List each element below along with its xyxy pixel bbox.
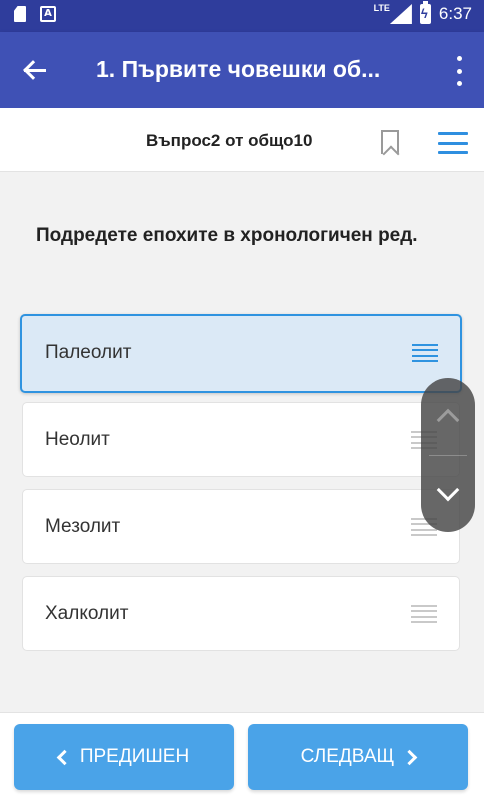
menu-icon[interactable] [438, 132, 468, 154]
app-bar: 1. Първите човешки об... [0, 32, 484, 108]
app-store-icon: A [40, 6, 56, 22]
answer-item-mesolithic[interactable]: Мезолит [22, 489, 460, 564]
bookmark-icon[interactable] [381, 130, 399, 154]
answer-item-paleolithic[interactable]: Палеолит [20, 314, 462, 393]
chevron-left-icon [56, 749, 73, 765]
status-system: LTE 6:37 [373, 1, 472, 24]
answer-label: Неолит [45, 429, 110, 450]
drag-handle-icon[interactable] [411, 605, 437, 623]
answer-item-neolithic[interactable]: Неолит [22, 402, 460, 477]
move-up-button[interactable] [421, 382, 475, 454]
battery-charging-icon [419, 1, 431, 24]
question-counter: Въпрос2 от общо10 [146, 131, 313, 150]
reorder-divider [429, 455, 467, 456]
arrow-back-icon[interactable] [18, 52, 54, 88]
move-down-button[interactable] [421, 458, 475, 530]
network-type: LTE [373, 3, 390, 13]
reorder-control [421, 378, 475, 532]
status-bar: A LTE 6:37 [0, 0, 484, 32]
drag-handle-icon[interactable] [412, 344, 438, 362]
question-text: Подредете епохите в хронологичен ред. [36, 225, 418, 246]
bottom-navigation: ПРЕДИШЕН СЛЕДВАЩ [0, 712, 484, 800]
answer-item-chalcolithic[interactable]: Халколит [22, 576, 460, 651]
answer-label: Халколит [45, 603, 129, 624]
more-vert-icon[interactable] [454, 56, 464, 86]
chevron-right-icon [402, 749, 418, 765]
chevron-down-icon [436, 478, 460, 502]
next-button[interactable]: СЛЕДВАЩ [248, 724, 468, 790]
answer-label: Мезолит [45, 516, 121, 537]
next-button-label: СЛЕДВАЩ [300, 746, 395, 767]
previous-button-label: ПРЕДИШЕН [79, 746, 190, 767]
clock: 6:37 [438, 4, 472, 23]
signal-icon [389, 4, 412, 24]
status-notifications: A [14, 6, 56, 22]
page-title: 1. Първите човешки об... [96, 56, 381, 82]
chevron-up-icon [436, 408, 460, 432]
answer-label: Палеолит [45, 342, 132, 363]
sd-card-icon [14, 6, 26, 22]
previous-button[interactable]: ПРЕДИШЕН [14, 724, 234, 790]
question-header: Въпрос2 от общо10 [0, 108, 484, 172]
